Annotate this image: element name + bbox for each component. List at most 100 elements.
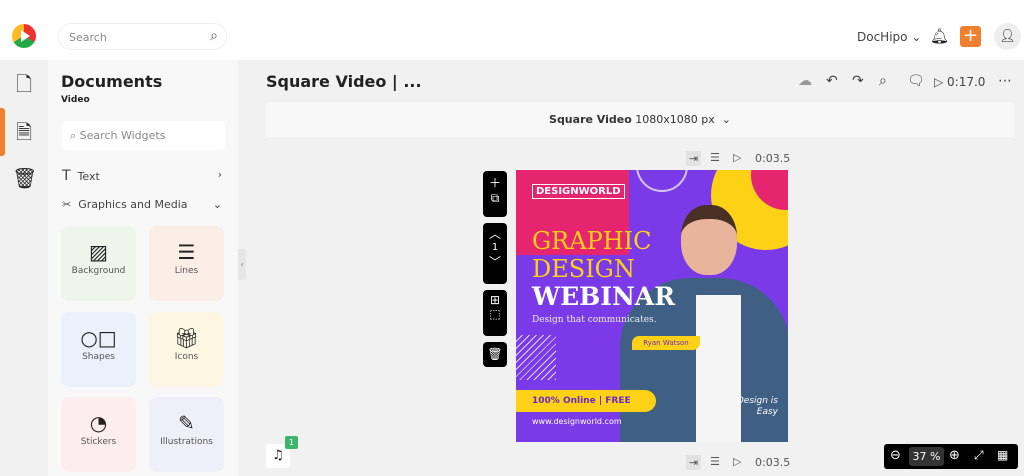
website: www.designworld.com — [532, 417, 622, 426]
audio-count-badge: 1 — [285, 436, 298, 449]
total-duration: 0:17.0 — [947, 75, 986, 89]
section-graphics-media[interactable]: ✂ Graphics and Media ⌄ — [62, 198, 224, 211]
tile-background[interactable]: ▨ Background — [61, 226, 136, 301]
top-bar: Search ⌕ DocHipo ⌄ 🔔︎ + 👤︎ — [0, 0, 1024, 60]
text-icon: T — [62, 168, 71, 184]
quote-line-1: Design is — [736, 396, 778, 406]
icon-rail: 🗋 🗎 🗑 — [0, 60, 48, 476]
duplicate-page-icon[interactable]: ⧉ — [483, 191, 507, 206]
undo-icon[interactable]: ↶ — [826, 73, 838, 89]
tile-label: Illustrations — [160, 437, 213, 447]
chevron-down-icon: ⌄ — [911, 30, 922, 44]
page-play-icon[interactable]: ▷ — [733, 151, 741, 164]
size-selector[interactable]: Square Video 1080x1080 px ⌄ — [266, 102, 1014, 137]
headline-webinar: WEBINAR — [532, 282, 675, 311]
page-icon[interactable]: 🗎 — [12, 118, 36, 144]
shapes-icon: ○□ — [80, 326, 117, 350]
background-icon: ▨ — [89, 240, 108, 264]
search-placeholder: Search — [69, 31, 107, 44]
collapse-panel-button[interactable]: ‹ — [238, 249, 246, 280]
tile-label: Icons — [174, 352, 199, 362]
zoom-unit: % — [930, 450, 941, 463]
search-input[interactable]: Search ⌕ — [58, 23, 227, 50]
tile-lines[interactable]: ☰ Lines — [149, 226, 224, 301]
tile-label: Shapes — [82, 352, 115, 362]
zoom-number: 37 — [912, 450, 927, 463]
panel-title: Documents — [61, 72, 163, 91]
widget-search-placeholder: Search Widgets — [79, 129, 166, 142]
illustration-icon: ✎ — [178, 411, 195, 435]
size-dimensions: 1080x1080 px — [635, 113, 715, 126]
headline-design: DESIGN — [532, 255, 635, 283]
quote: Design is Easy — [730, 396, 778, 418]
more-icon[interactable]: ⋯ — [998, 73, 1012, 89]
sticker-icon: ◔ — [89, 411, 108, 435]
page-settings-icon[interactable]: ☰ — [710, 455, 720, 468]
account-menu[interactable]: DocHipo ⌄ — [857, 30, 921, 44]
search-icon[interactable]: ⌕ — [210, 28, 218, 44]
section-text[interactable]: T Text › — [62, 168, 224, 184]
tile-shapes[interactable]: ○□ Shapes — [61, 312, 136, 387]
widget-search-input[interactable]: ⌕ Search Widgets — [62, 121, 225, 150]
delete-page-icon[interactable]: 🗑 — [483, 342, 507, 367]
select-area-icon[interactable]: ⬚ — [483, 307, 507, 321]
headline-graphic: GRAPHIC — [532, 227, 652, 255]
user-avatar[interactable]: 👤︎ — [994, 23, 1021, 50]
section-label: Graphics and Media — [78, 198, 188, 211]
person-tshirt — [696, 295, 741, 442]
tile-stickers[interactable]: ◔ Stickers — [61, 397, 136, 472]
size-name: Square Video — [549, 113, 632, 126]
bell-icon[interactable]: 🔔︎ — [930, 27, 949, 45]
add-page-group: ＋ ⧉ — [483, 171, 507, 217]
brand-label: DESIGNWORLD — [532, 184, 625, 199]
graphics-icon: ✂ — [62, 198, 72, 211]
play-button[interactable]: ▷ 0:17.0 — [934, 75, 985, 89]
tile-label: Lines — [174, 266, 199, 276]
comment-icon[interactable]: 🗨︎ — [907, 73, 925, 89]
document-icon[interactable]: 🗋 — [12, 70, 36, 96]
stripes-decor — [516, 335, 556, 380]
fit-screen-icon[interactable]: ⤢ — [974, 448, 984, 463]
trash-icon[interactable]: 🗑 — [12, 166, 37, 190]
layout-group: ⊞ ⬚ — [483, 290, 507, 336]
online-free-banner: 100% Online | FREE — [516, 390, 656, 412]
zoom-value[interactable]: 37 % — [909, 447, 944, 466]
grid-icon[interactable]: ⊞ — [483, 293, 507, 307]
zoom-in-icon[interactable]: ⊕ — [949, 448, 960, 463]
speaker-name: Ryan Watson — [632, 336, 700, 350]
banner-separator: | — [598, 396, 603, 406]
zoom-controls: ⊖ 37 % ⊕ ⤢ ▦ — [884, 444, 1018, 469]
search-icon[interactable]: ⌕ — [879, 73, 887, 89]
page-down-icon[interactable]: ﹀ — [483, 253, 507, 270]
lines-icon: ☰ — [177, 240, 196, 264]
circles-decor — [636, 170, 688, 192]
zoom-out-icon[interactable]: ⊖ — [890, 448, 901, 463]
redo-icon[interactable]: ↷ — [852, 73, 864, 89]
page-play-icon[interactable]: ▷ — [733, 455, 741, 468]
document-title[interactable]: Square Video | ... — [266, 72, 422, 91]
page-transition-icon[interactable]: ⇥ — [686, 151, 702, 166]
gift-icon: 🎁︎ — [173, 326, 200, 350]
add-page-icon[interactable]: ＋ — [483, 174, 507, 191]
dochipo-logo[interactable] — [12, 24, 36, 48]
tagline: Design that communicates. — [532, 315, 657, 325]
chevron-down-icon: ⌄ — [212, 198, 222, 211]
search-icon: ⌕ — [70, 129, 80, 142]
section-label: Text — [77, 170, 100, 183]
tile-label: Background — [71, 266, 126, 276]
page-up-icon[interactable]: ︿ — [483, 225, 507, 242]
design-canvas[interactable]: DESIGNWORLD GRAPHIC DESIGN WEBINAR Desig… — [516, 170, 788, 442]
create-button[interactable]: + — [960, 26, 981, 47]
chevron-down-icon: ⌄ — [721, 113, 731, 126]
page-nav-group: ︿ 1 ﹀ — [483, 223, 507, 284]
grid-view-icon[interactable]: ▦ — [997, 448, 1008, 462]
banner-free: FREE — [605, 396, 631, 406]
tile-icons[interactable]: 🎁︎ Icons — [149, 312, 224, 387]
banner-online: 100% Online — [532, 396, 596, 406]
tile-label: Stickers — [80, 437, 117, 447]
page-settings-icon[interactable]: ☰ — [710, 151, 720, 164]
panel-subtitle: Video — [61, 95, 90, 105]
person-face — [681, 205, 737, 275]
tile-illustrations[interactable]: ✎ Illustrations — [149, 397, 224, 472]
page-transition-icon[interactable]: ⇥ — [686, 455, 702, 470]
